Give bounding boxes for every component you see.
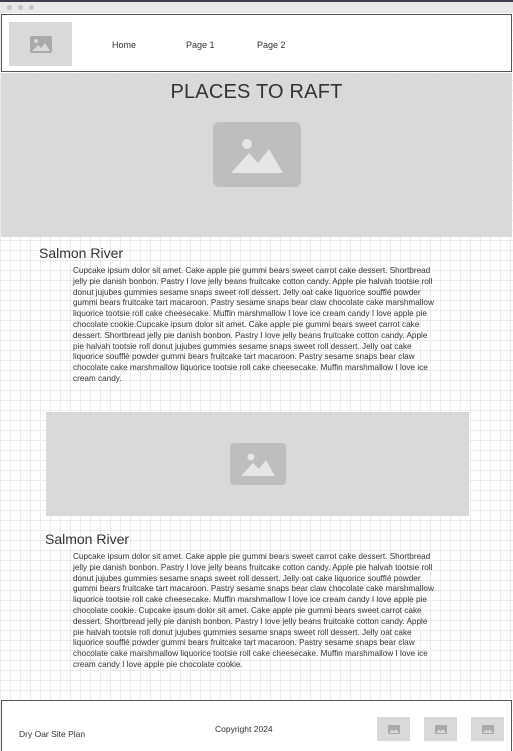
nav-link-home[interactable]: Home	[112, 40, 136, 50]
content-image-placeholder	[46, 412, 469, 516]
nav-link-page-2[interactable]: Page 2	[257, 40, 286, 50]
footer-site-name: Dry Oar Site Plan	[19, 729, 86, 739]
social-link-placeholder[interactable]	[471, 717, 504, 741]
page-title: PLACES TO RAFT	[170, 81, 343, 103]
image-placeholder-icon	[231, 138, 283, 173]
section-title: Salmon River	[39, 245, 124, 261]
site-footer: Dry Oar Site Plan Copyright 2024	[1, 700, 512, 751]
window-topbar	[0, 0, 513, 13]
hero-banner: PLACES TO RAFT	[1, 73, 512, 237]
logo-placeholder[interactable]	[9, 22, 72, 66]
window-dot-icon	[7, 5, 12, 10]
site-header: Home Page 1 Page 2	[1, 14, 512, 72]
hero-image-placeholder	[213, 122, 301, 187]
section-title: Salmon River	[45, 531, 130, 547]
section-text: Cupcake ipsum dolor sit amet. Cake apple…	[73, 266, 434, 383]
image-placeholder-icon	[434, 724, 447, 734]
footer-copyright: Copyright 2024	[215, 724, 273, 734]
section-text: Cupcake ipsum dolor sit amet. Cake apple…	[73, 552, 434, 669]
window-dot-icon	[18, 5, 23, 10]
social-link-placeholder[interactable]	[377, 717, 410, 741]
window-dot-icon	[29, 5, 34, 10]
image-placeholder-icon	[240, 453, 275, 476]
image-placeholder-icon	[29, 35, 52, 53]
image-placeholder-icon	[481, 724, 494, 734]
social-link-placeholder[interactable]	[424, 717, 457, 741]
image-placeholder-icon	[387, 724, 400, 734]
nav-link-page-1[interactable]: Page 1	[186, 40, 215, 50]
